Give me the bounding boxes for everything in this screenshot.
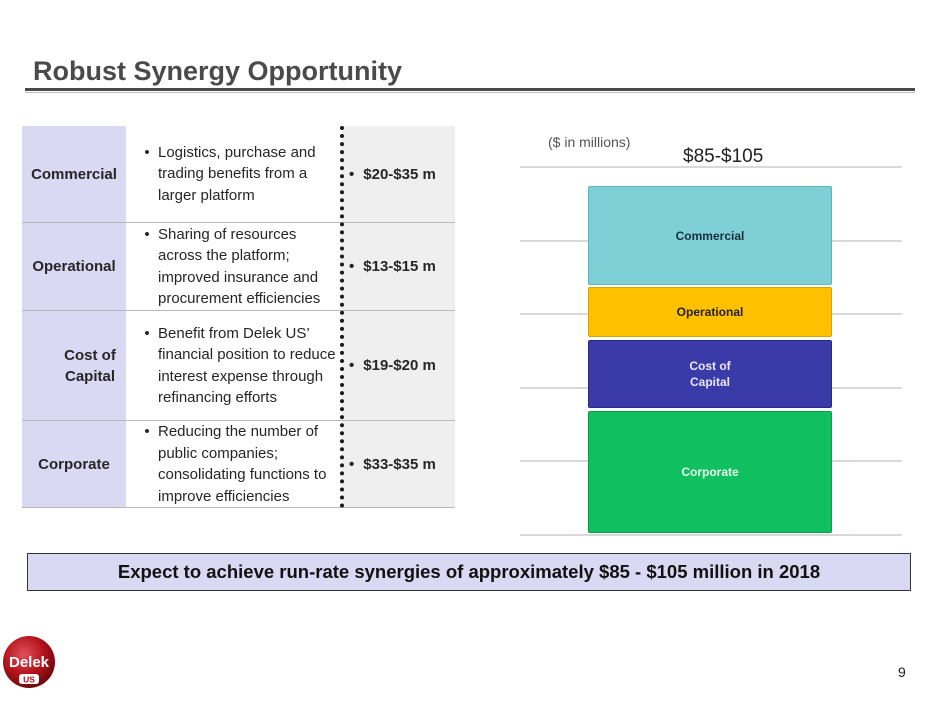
dotted-column-divider bbox=[340, 126, 344, 508]
row-category: Corporate bbox=[22, 421, 126, 507]
page-number: 9 bbox=[898, 664, 906, 680]
bullet: • bbox=[144, 423, 150, 440]
row-value-text: $20-$35 m bbox=[363, 165, 436, 183]
row-description-text: Sharing of resources across the platform… bbox=[158, 225, 321, 308]
row-description-text: Benefit from Delek US’ financial positio… bbox=[158, 324, 336, 407]
row-value: • $19-$20 m bbox=[342, 311, 455, 420]
bar-segment-corporate: Corporate bbox=[588, 411, 832, 533]
row-description-text: Logistics, purchase and trading benefits… bbox=[158, 143, 316, 204]
bullet: • bbox=[349, 165, 355, 183]
bullet: • bbox=[349, 258, 355, 275]
bar-segment-label: Cost of Capital bbox=[689, 359, 731, 389]
chart-total-label: $85-$105 bbox=[683, 146, 764, 167]
bullet: • bbox=[144, 143, 150, 161]
table-row-corporate: Corporate • Reducing the number of publi… bbox=[22, 421, 455, 508]
page-title: Robust Synergy Opportunity bbox=[33, 56, 403, 86]
bar-segment-label: Operational bbox=[676, 305, 744, 319]
table-row-cost-of-capital: Cost of Capital • Benefit from Delek US’… bbox=[22, 311, 455, 421]
row-category: Commercial bbox=[22, 126, 126, 222]
row-value-text: $33-$35 m bbox=[363, 455, 436, 473]
chart-gridline bbox=[520, 166, 902, 168]
bar-segment-commercial: Commercial bbox=[588, 186, 832, 285]
row-description: • Reducing the number of public companie… bbox=[126, 421, 342, 507]
title-divider bbox=[25, 88, 915, 91]
bullet: • bbox=[144, 225, 150, 243]
bar-segment-label: Commercial bbox=[675, 228, 745, 243]
row-description-text: Reducing the number of public companies;… bbox=[158, 423, 327, 505]
table-row-operational: Operational • Sharing of resources acros… bbox=[22, 223, 455, 311]
row-value: • $13-$15 m bbox=[342, 223, 455, 310]
bullet: • bbox=[349, 357, 355, 374]
chart-gridline bbox=[520, 534, 902, 536]
bar-segment-operational: Operational bbox=[588, 287, 832, 337]
chart-units-label: ($ in millions) bbox=[548, 134, 631, 150]
logo-us: US bbox=[23, 675, 35, 685]
row-description: • Benefit from Delek US’ financial posit… bbox=[126, 311, 342, 420]
delek-us-logo: Delek US bbox=[3, 636, 55, 688]
table-row-commercial: Commercial • Logistics, purchase and tra… bbox=[22, 126, 455, 223]
bar-segment-label: Corporate bbox=[681, 465, 739, 479]
summary-banner: Expect to achieve run-rate synergies of … bbox=[27, 553, 911, 591]
logo-wordmark: Delek bbox=[9, 654, 50, 671]
bar-segment-cost-of-capital: Cost of Capital bbox=[588, 340, 832, 408]
row-value-text: $19-$20 m bbox=[363, 357, 436, 374]
row-value: • $20-$35 m bbox=[342, 126, 455, 222]
bullet: • bbox=[349, 455, 355, 473]
row-description: • Sharing of resources across the platfo… bbox=[126, 223, 342, 310]
bullet: • bbox=[144, 324, 150, 342]
title-divider-thin bbox=[25, 92, 915, 93]
row-description: • Logistics, purchase and trading benefi… bbox=[126, 126, 342, 222]
row-category: Operational bbox=[22, 223, 126, 310]
row-value: • $33-$35 m bbox=[342, 421, 455, 507]
row-value-text: $13-$15 m bbox=[363, 258, 436, 275]
